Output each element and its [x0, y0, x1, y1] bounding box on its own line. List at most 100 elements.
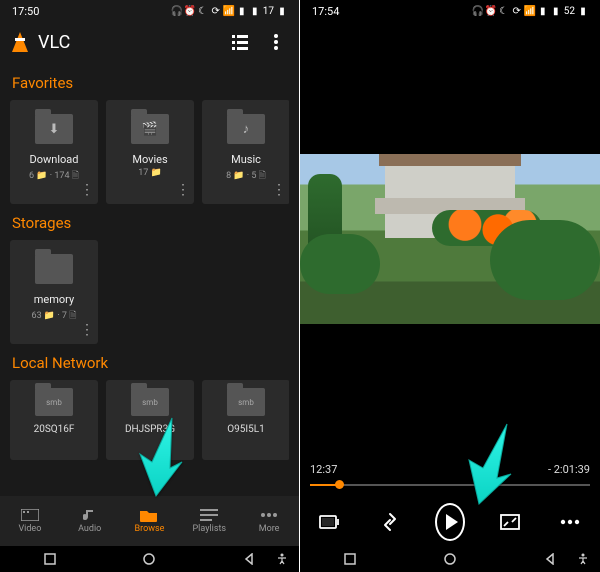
nav-label: More — [259, 524, 280, 534]
moon-icon: ☾ — [499, 6, 509, 16]
battery-percent: 17 — [263, 6, 274, 17]
back-button[interactable] — [242, 552, 256, 566]
vlc-cone-icon — [12, 32, 28, 52]
status-time: 17:50 — [12, 5, 39, 18]
system-nav — [300, 546, 600, 572]
player-controls — [300, 498, 600, 546]
play-button[interactable] — [435, 507, 465, 537]
battery-percent: 52 — [564, 6, 575, 17]
signal-icon: ▮ — [551, 6, 561, 16]
card-label: 20SQ16F — [14, 424, 94, 435]
network-card[interactable]: smb O95I5L1 — [202, 380, 289, 460]
bottom-nav: Video Audio Browse Playlists More — [0, 496, 299, 546]
card-more-icon[interactable]: ⋮ — [272, 187, 286, 194]
sync-icon: ⟳ — [211, 6, 221, 16]
favorites-card[interactable]: 🎬 Movies 17 📁 ⋮ — [106, 100, 194, 204]
browse-icon — [140, 508, 158, 522]
card-meta: 63 📁 · 7 🗎 — [32, 308, 77, 324]
card-label: Music — [206, 154, 286, 166]
status-icons: 🎧 ⏰ ☾ ⟳ 📶 ▮ ▮ 17 ▮ — [172, 6, 287, 17]
card-label: DHJSPR3G — [110, 424, 190, 435]
status-bar: 17:50 🎧 ⏰ ☾ ⟳ 📶 ▮ ▮ 17 ▮ — [0, 0, 299, 20]
card-label: memory — [14, 294, 94, 306]
seek-track — [310, 484, 590, 486]
player-more-button[interactable] — [555, 507, 585, 537]
remaining-time[interactable]: - 2:01:39 — [548, 463, 590, 476]
home-button[interactable] — [142, 552, 156, 566]
nav-label: Audio — [78, 524, 101, 534]
card-more-icon[interactable]: ⋮ — [176, 187, 190, 194]
video-frame — [300, 154, 600, 324]
signal-icon: ▮ — [250, 6, 260, 16]
play-circle-icon — [435, 503, 465, 541]
accessibility-icon[interactable] — [275, 552, 289, 566]
smb-folder-icon: smb — [227, 388, 265, 416]
view-list-icon[interactable] — [229, 31, 251, 53]
nav-label: Video — [18, 524, 41, 534]
vlc-player-screen: 17:54 🎧 ⏰ ☾ ⟳ 📶 ▮ ▮ 52 ▮ — [300, 0, 600, 572]
audio-icon — [81, 508, 99, 522]
nav-more[interactable]: More — [239, 496, 299, 546]
favorites-card[interactable]: ⬇ Download 6 📁 · 174 🗎 ⋮ — [10, 100, 98, 204]
elapsed-time: 12:37 — [310, 463, 337, 476]
browse-content[interactable]: Favorites ⬇ Download 6 📁 · 174 🗎 ⋮ 🎬 Mov… — [0, 64, 299, 496]
favorites-card[interactable]: ♪ Music 8 📁 · 5 🗎 ⋮ — [202, 100, 289, 204]
storage-card[interactable]: memory 63 📁 · 7 🗎 ⋮ — [10, 240, 98, 344]
video-content — [490, 220, 600, 300]
overflow-menu-icon[interactable] — [265, 31, 287, 53]
headset-icon: 🎧 — [172, 6, 182, 16]
vlc-browse-screen: 17:50 🎧 ⏰ ☾ ⟳ 📶 ▮ ▮ 17 ▮ VLC — [0, 0, 300, 572]
headset-icon: 🎧 — [473, 6, 483, 16]
folder-icon: ♪ — [227, 114, 265, 144]
storages-row: memory 63 📁 · 7 🗎 ⋮ — [10, 240, 289, 344]
video-content — [300, 234, 380, 294]
folder-icon: 🎬 — [131, 114, 169, 144]
recent-apps-button[interactable] — [43, 552, 57, 566]
back-button[interactable] — [543, 552, 557, 566]
favorites-heading: Favorites — [12, 74, 287, 92]
lock-rotation-button[interactable] — [315, 507, 345, 537]
card-meta: 6 📁 · 174 🗎 — [29, 168, 79, 184]
nav-label: Browse — [135, 524, 165, 534]
aspect-ratio-button[interactable] — [495, 507, 525, 537]
card-label: O95I5L1 — [206, 424, 286, 435]
signal-icon: ▮ — [237, 6, 247, 16]
status-icons: 🎧 ⏰ ☾ ⟳ 📶 ▮ ▮ 52 ▮ — [473, 6, 588, 17]
home-button[interactable] — [443, 552, 457, 566]
card-label: Movies — [110, 154, 190, 166]
nav-label: Playlists — [193, 524, 227, 534]
alarm-icon: ⏰ — [185, 6, 195, 16]
card-meta: 17 📁 — [138, 168, 162, 178]
video-icon — [21, 508, 39, 522]
recent-apps-button[interactable] — [343, 552, 357, 566]
video-surface[interactable] — [300, 20, 600, 457]
network-heading: Local Network — [12, 354, 287, 372]
nav-video[interactable]: Video — [0, 496, 60, 546]
seek-bar[interactable] — [310, 478, 590, 492]
play-triangle-icon — [446, 514, 458, 530]
playlists-icon — [200, 508, 218, 522]
wifi-icon: 📶 — [525, 6, 535, 16]
status-time: 17:54 — [312, 5, 339, 18]
nav-playlists[interactable]: Playlists — [179, 496, 239, 546]
smb-folder-icon: smb — [35, 388, 73, 416]
card-meta: 8 📁 · 5 🗎 — [226, 168, 266, 184]
folder-icon: ⬇ — [35, 114, 73, 144]
card-more-icon[interactable]: ⋮ — [80, 187, 94, 194]
folder-icon — [35, 254, 73, 284]
network-card[interactable]: smb 20SQ16F — [10, 380, 98, 460]
repeat-button[interactable] — [375, 507, 405, 537]
nav-audio[interactable]: Audio — [60, 496, 120, 546]
time-row: 12:37 - 2:01:39 — [300, 457, 600, 476]
card-more-icon[interactable]: ⋮ — [80, 327, 94, 334]
battery-icon: ▮ — [277, 6, 287, 16]
seek-thumb[interactable] — [335, 480, 344, 489]
sync-icon: ⟳ — [512, 6, 522, 16]
accessibility-icon[interactable] — [576, 552, 590, 566]
signal-icon: ▮ — [538, 6, 548, 16]
network-row: smb 20SQ16F smb DHJSPR3G smb O95I5L1 — [10, 380, 289, 460]
alarm-icon: ⏰ — [486, 6, 496, 16]
network-card[interactable]: smb DHJSPR3G — [106, 380, 194, 460]
storages-heading: Storages — [12, 214, 287, 232]
nav-browse[interactable]: Browse — [120, 496, 180, 546]
